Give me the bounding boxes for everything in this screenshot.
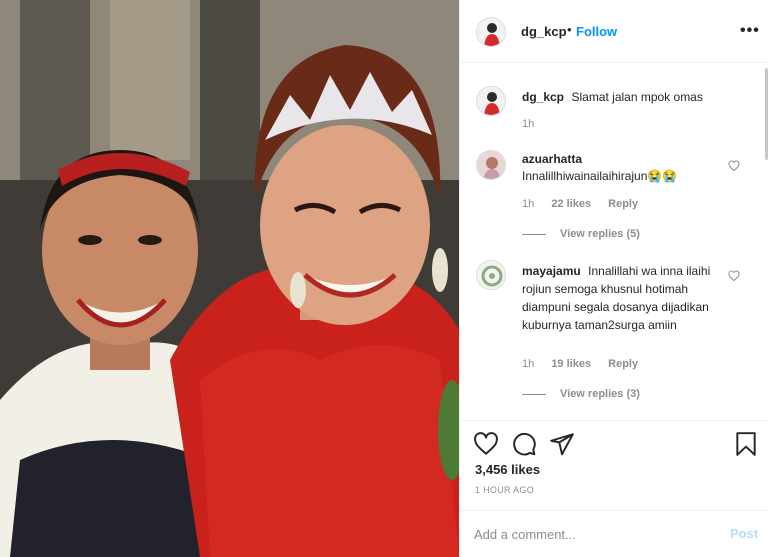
view-replies-label: View replies (5) [560,228,640,240]
action-bar [460,420,768,468]
avatar-image [477,261,505,289]
caption-avatar[interactable] [476,86,506,116]
post-comment-button[interactable]: Post [730,526,758,541]
comment-time[interactable]: 1h [522,358,534,370]
reply-button[interactable]: Reply [608,358,638,370]
caption-text: Slamat jalan mpok omas [571,90,703,104]
like-comment-heart-icon[interactable] [728,160,740,172]
caption-username[interactable]: dg_kcp [522,90,564,104]
avatar-image [477,87,505,115]
save-bookmark-icon[interactable] [733,431,759,457]
comments-list[interactable]: dg_kcp Slamat jalan mpok omas 1h azuarha… [460,64,768,420]
comment-bubble-icon[interactable] [511,431,537,457]
header-separator: • [567,22,572,37]
comment-meta: 1h 22 likes Reply [522,198,638,210]
comment-text: Innalillhiwainailaihirajun😭😭 [522,169,678,183]
post-photo[interactable] [0,0,459,557]
commenter-avatar[interactable] [476,150,506,180]
author-username[interactable]: dg_kcp [521,24,567,39]
author-avatar[interactable] [476,17,506,47]
like-count[interactable]: 3,456 likes [475,462,540,477]
like-heart-icon[interactable] [473,431,499,457]
commenter-avatar[interactable] [476,260,506,290]
post-header: dg_kcp • Follow ••• [460,0,768,63]
comment-likes[interactable]: 22 likes [551,198,591,210]
avatar-image [477,18,505,46]
replies-divider-line [522,233,546,235]
add-comment-bar: Post [460,510,768,557]
photo-illustration [0,0,459,557]
comment-input[interactable] [474,523,704,545]
more-options-icon[interactable]: ••• [740,22,760,40]
replies-divider-line [522,393,546,395]
comment-likes[interactable]: 19 likes [551,358,591,370]
comment-username[interactable]: mayajamu [522,264,581,278]
comment-meta: 1h 19 likes Reply [522,358,638,370]
follow-button[interactable]: Follow [576,24,617,39]
post-timestamp[interactable]: 1 HOUR AGO [475,485,534,495]
like-comment-heart-icon[interactable] [728,270,740,282]
view-replies-button[interactable]: View replies (3) [522,388,640,400]
view-replies-label: View replies (3) [560,388,640,400]
avatar-image [477,151,505,179]
view-replies-button[interactable]: View replies (5) [522,228,640,240]
post-details-panel: dg_kcp • Follow ••• dg_kcp Slamat jalan … [459,0,768,557]
caption-time[interactable]: 1h [522,118,534,130]
comment-username[interactable]: azuarhatta [522,152,722,166]
comment-time[interactable]: 1h [522,198,534,210]
reply-button[interactable]: Reply [608,198,638,210]
share-send-icon[interactable] [549,431,575,457]
